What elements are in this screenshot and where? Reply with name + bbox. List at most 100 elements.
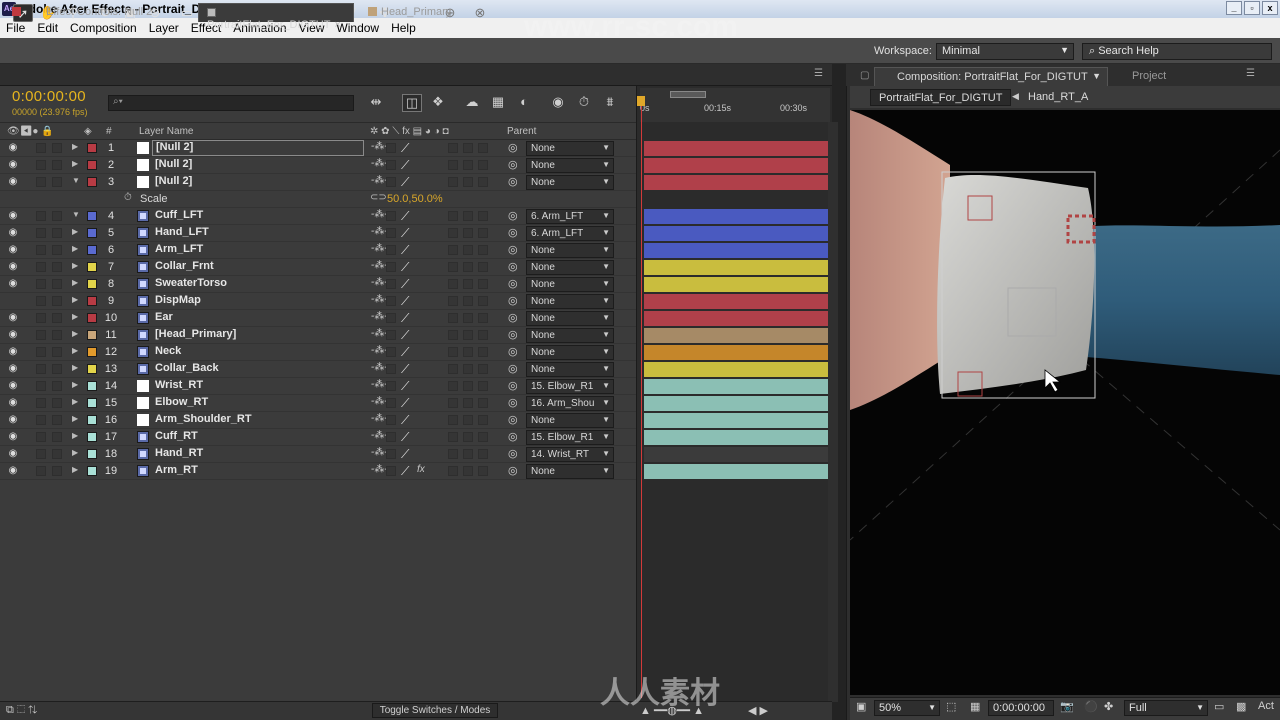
collapse-switch[interactable] bbox=[386, 381, 396, 391]
parent-pickwhip-icon[interactable]: ◎ bbox=[508, 226, 518, 239]
parent-select[interactable]: None ▼ bbox=[526, 175, 614, 190]
lock-switch[interactable] bbox=[52, 466, 62, 476]
toggle-switches-modes-button[interactable]: Toggle Switches / Modes bbox=[372, 703, 498, 718]
motion-blur-switch[interactable] bbox=[463, 398, 473, 408]
maximize-button[interactable]: ▫ bbox=[1244, 1, 1260, 15]
adjustment-layer-switch[interactable] bbox=[478, 449, 488, 459]
visibility-eye-icon[interactable]: ◉ bbox=[7, 363, 19, 375]
motion-blur-switch[interactable] bbox=[463, 296, 473, 306]
minimize-button[interactable]: _ bbox=[1226, 1, 1242, 15]
adjustment-layer-switch[interactable] bbox=[478, 432, 488, 442]
frame-blend-switch[interactable] bbox=[448, 177, 458, 187]
frame-blend-switch[interactable] bbox=[448, 432, 458, 442]
layer-duration-bar[interactable] bbox=[644, 277, 828, 292]
lock-switch[interactable] bbox=[52, 415, 62, 425]
parent-pickwhip-icon[interactable]: ◎ bbox=[508, 447, 518, 460]
scale-property-row[interactable]: ⏱ Scale ⊂⊃ 50.0,50.0% bbox=[0, 191, 636, 208]
quality-switch-icon[interactable]: ⟋ bbox=[401, 277, 409, 292]
parent-pickwhip-icon[interactable]: ◎ bbox=[508, 277, 518, 290]
quality-switch-icon[interactable]: ⟋ bbox=[401, 141, 409, 156]
adjustment-layer-switch[interactable] bbox=[478, 466, 488, 476]
layer-duration-bar[interactable] bbox=[644, 464, 828, 479]
layer-duration-bar[interactable] bbox=[644, 158, 828, 173]
layer-duration-bar[interactable] bbox=[644, 447, 828, 462]
parent-column-header[interactable]: Parent bbox=[507, 126, 536, 137]
adjustment-layer-switch[interactable] bbox=[478, 262, 488, 272]
quality-switch-icon[interactable]: ⟋ bbox=[401, 396, 409, 411]
layer-row[interactable]: ◉ ▶ 8 SweaterTorso -⁂- ⟋ ◎ None ▼ bbox=[0, 276, 636, 293]
lock-switch[interactable] bbox=[52, 160, 62, 170]
visibility-eye-icon[interactable]: ◉ bbox=[7, 176, 19, 188]
layer-row[interactable]: ◉ ▶ 19 Arm_RT -⁂- ⟋ fx ◎ None ▼ bbox=[0, 463, 636, 480]
lock-switch[interactable] bbox=[52, 279, 62, 289]
parent-select[interactable]: None ▼ bbox=[526, 328, 614, 343]
visibility-eye-icon[interactable]: ◉ bbox=[7, 244, 19, 256]
brainstorm-icon[interactable]: ◉ bbox=[548, 94, 568, 112]
layer-name-column-header[interactable]: Layer Name bbox=[139, 126, 193, 137]
collapse-switch[interactable] bbox=[386, 415, 396, 425]
quality-switch-icon[interactable]: ⟋ bbox=[401, 311, 409, 326]
layer-name[interactable]: DispMap bbox=[155, 294, 201, 306]
audio-switch[interactable] bbox=[36, 143, 46, 153]
parent-pickwhip-icon[interactable]: ◎ bbox=[508, 396, 518, 409]
layer-duration-bar[interactable] bbox=[644, 311, 828, 326]
snapshot-icon[interactable]: 📷 bbox=[1060, 700, 1074, 713]
frame-blend-switch[interactable] bbox=[448, 228, 458, 238]
layer-duration-bar[interactable] bbox=[644, 243, 828, 258]
layer-label-color[interactable] bbox=[87, 228, 97, 238]
quality-switch-icon[interactable]: ⟋ bbox=[401, 243, 409, 258]
layer-duration-bar[interactable] bbox=[644, 396, 828, 411]
switches-header-icons[interactable]: ✲ ✿ ⟍ fx ▤ ◕ ◑ ◘ bbox=[370, 126, 449, 137]
frame-blend-switch[interactable] bbox=[448, 262, 458, 272]
audio-switch[interactable] bbox=[36, 211, 46, 221]
layer-label-color[interactable] bbox=[87, 330, 97, 340]
motion-blur-switch[interactable] bbox=[463, 347, 473, 357]
lock-switch[interactable] bbox=[52, 432, 62, 442]
expand-toggle-icon[interactable]: ▶ bbox=[72, 346, 78, 355]
adjustment-layer-switch[interactable] bbox=[478, 228, 488, 238]
lock-switch[interactable] bbox=[52, 211, 62, 221]
parent-pickwhip-icon[interactable]: ◎ bbox=[508, 175, 518, 188]
expand-toggle-icon[interactable]: ▶ bbox=[72, 465, 78, 474]
rectangle-tool-icon[interactable]: ▭ bbox=[177, 4, 197, 22]
parent-select[interactable]: None ▼ bbox=[526, 362, 614, 377]
parent-select[interactable]: None ▼ bbox=[526, 141, 614, 156]
close-button[interactable]: x bbox=[1262, 1, 1278, 15]
lock-switch[interactable] bbox=[52, 330, 62, 340]
quality-switch-icon[interactable]: ⟋ bbox=[401, 447, 409, 462]
collapse-switch[interactable] bbox=[386, 177, 396, 187]
expand-toggle-icon[interactable]: ▶ bbox=[72, 431, 78, 440]
motion-blur-switch[interactable] bbox=[463, 466, 473, 476]
layer-name[interactable]: Collar_Frnt bbox=[155, 260, 214, 272]
layer-name[interactable]: Hand_RT bbox=[155, 447, 203, 459]
layer-name[interactable]: Wrist_RT bbox=[155, 379, 203, 391]
color-channels-icon[interactable]: ✤ bbox=[1104, 700, 1113, 713]
layer-duration-bar[interactable] bbox=[644, 175, 828, 190]
motion-blur-switch[interactable] bbox=[463, 449, 473, 459]
frame-blend-switch[interactable] bbox=[448, 398, 458, 408]
layer-label-color[interactable] bbox=[87, 143, 97, 153]
visibility-eye-icon[interactable]: ◉ bbox=[7, 227, 19, 239]
frame-blend-switch[interactable] bbox=[448, 211, 458, 221]
parent-pickwhip-icon[interactable]: ◎ bbox=[508, 379, 518, 392]
visibility-eye-icon[interactable]: ◉ bbox=[7, 329, 19, 341]
panel-menu-icon[interactable]: ☰ bbox=[1246, 68, 1255, 79]
motion-blur-switch[interactable] bbox=[463, 143, 473, 153]
adjustment-layer-switch[interactable] bbox=[478, 211, 488, 221]
visibility-eye-icon[interactable]: ◉ bbox=[7, 159, 19, 171]
collapse-switch[interactable] bbox=[386, 466, 396, 476]
lock-switch[interactable] bbox=[52, 245, 62, 255]
collapse-switch[interactable] bbox=[386, 160, 396, 170]
frame-blend-switch[interactable] bbox=[448, 313, 458, 323]
quality-switch-icon[interactable]: ⟋ bbox=[401, 362, 409, 377]
layer-row[interactable]: ◉ ▶ 1 [Null 2] -⁂- ⟋ ◎ None ▼ bbox=[0, 140, 636, 157]
av-features-header-icon[interactable]: 👁◀● 🔒 bbox=[7, 126, 54, 137]
motion-blur-switch[interactable] bbox=[463, 330, 473, 340]
transparency-grid-icon[interactable]: ▦ bbox=[970, 700, 980, 713]
live-update-icon[interactable]: ◫ bbox=[402, 94, 422, 112]
menu-composition[interactable]: Composition bbox=[64, 21, 143, 35]
audio-switch[interactable] bbox=[36, 466, 46, 476]
expand-toggle-icon[interactable]: ▶ bbox=[72, 142, 78, 151]
frame-blend-switch[interactable] bbox=[448, 415, 458, 425]
layer-duration-bar[interactable] bbox=[644, 413, 828, 428]
